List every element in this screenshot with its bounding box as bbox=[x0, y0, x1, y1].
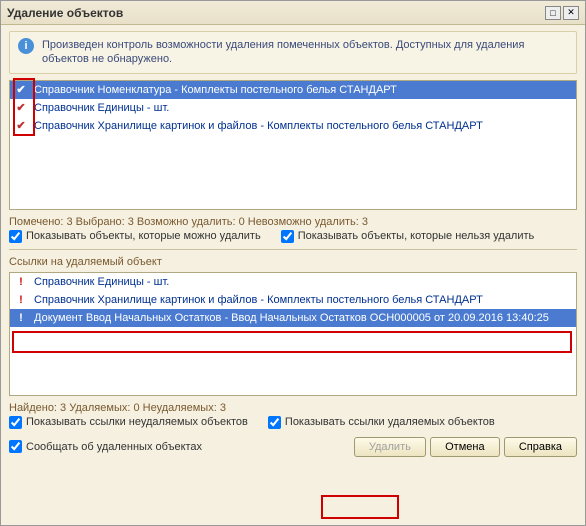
list-item-label: Документ Ввод Начальных Остатков - Ввод … bbox=[34, 312, 549, 324]
list-item[interactable]: ! Справочник Хранилище картинок и файлов … bbox=[10, 291, 576, 309]
list-item-label: Справочник Номенклатура - Комплекты пост… bbox=[34, 84, 397, 96]
chk-report-deleted-input[interactable] bbox=[9, 440, 22, 453]
chk-show-nondeletable-refs-label: Показывать ссылки неудаляемых объектов bbox=[26, 416, 248, 428]
help-button[interactable]: Справка bbox=[504, 437, 577, 457]
list-item-label: Справочник Хранилище картинок и файлов -… bbox=[34, 294, 483, 306]
chk-show-nondeletable-input[interactable] bbox=[281, 230, 294, 243]
objects-filter-row: Показывать объекты, которые можно удалит… bbox=[9, 230, 577, 243]
cancel-button[interactable]: Отмена bbox=[430, 437, 500, 457]
exclaim-icon: ! bbox=[14, 312, 28, 324]
window-title: Удаление объектов bbox=[7, 6, 543, 20]
list-item[interactable]: ✔ Справочник Номенклатура - Комплекты пос… bbox=[10, 81, 576, 99]
list-item[interactable]: ! Справочник Единицы - шт. bbox=[10, 273, 576, 291]
references-filter-row-1: Показывать ссылки неудаляемых объектов П… bbox=[9, 416, 577, 429]
chk-report-deleted[interactable]: Сообщать об удаленных объектах bbox=[9, 440, 334, 453]
list-item-label: Справочник Хранилище картинок и файлов -… bbox=[34, 120, 483, 132]
chk-show-deletable-refs-label: Показывать ссылки удаляемых объектов bbox=[285, 416, 495, 428]
divider bbox=[9, 249, 577, 250]
info-panel: i Произведен контроль возможности удален… bbox=[9, 31, 577, 74]
chk-show-nondeletable-refs-input[interactable] bbox=[9, 416, 22, 429]
list-item-label: Справочник Единицы - шт. bbox=[34, 102, 169, 114]
maximize-button[interactable]: □ bbox=[545, 6, 561, 20]
chk-show-deletable-input[interactable] bbox=[9, 230, 22, 243]
delete-button[interactable]: Удалить bbox=[354, 437, 426, 457]
check-icon: ✔ bbox=[14, 83, 28, 96]
info-text: Произведен контроль возможности удаления… bbox=[42, 38, 568, 67]
objects-list[interactable]: ✔ Справочник Номенклатура - Комплекты пос… bbox=[9, 80, 577, 210]
exclaim-icon: ! bbox=[14, 276, 28, 288]
chk-show-deletable-refs-input[interactable] bbox=[268, 416, 281, 429]
close-button[interactable]: ✕ bbox=[563, 6, 579, 20]
chk-show-deletable-label: Показывать объекты, которые можно удалит… bbox=[26, 230, 261, 242]
list-item-label: Справочник Единицы - шт. bbox=[34, 276, 169, 288]
list-item[interactable]: ! Документ Ввод Начальных Остатков - Ввод… bbox=[10, 309, 576, 327]
annotation-box-delete bbox=[321, 495, 399, 519]
check-icon: ✔ bbox=[14, 119, 28, 132]
objects-status: Помечено: 3 Выбрано: 3 Возможно удалить:… bbox=[9, 216, 577, 228]
chk-show-deletable[interactable]: Показывать объекты, которые можно удалит… bbox=[9, 230, 261, 243]
chk-show-deletable-refs[interactable]: Показывать ссылки удаляемых объектов bbox=[268, 416, 495, 429]
chk-show-nondeletable-label: Показывать объекты, которые нельзя удали… bbox=[298, 230, 535, 242]
exclaim-icon: ! bbox=[14, 294, 28, 306]
chk-show-nondeletable-refs[interactable]: Показывать ссылки неудаляемых объектов bbox=[9, 416, 248, 429]
list-item[interactable]: ✔ Справочник Единицы - шт. bbox=[10, 99, 576, 117]
references-status: Найдено: 3 Удаляемых: 0 Неудаляемых: 3 bbox=[9, 402, 577, 414]
titlebar: Удаление объектов □ ✕ bbox=[1, 1, 585, 25]
references-label: Ссылки на удаляемый объект bbox=[9, 256, 577, 268]
references-list[interactable]: ! Справочник Единицы - шт.! Справочник Хра… bbox=[9, 272, 577, 396]
info-icon: i bbox=[18, 38, 34, 54]
chk-show-nondeletable[interactable]: Показывать объекты, которые нельзя удали… bbox=[281, 230, 535, 243]
button-bar: Удалить Отмена Справка bbox=[354, 435, 577, 459]
check-icon: ✔ bbox=[14, 101, 28, 114]
list-item[interactable]: ✔ Справочник Хранилище картинок и файлов … bbox=[10, 117, 576, 135]
chk-report-deleted-label: Сообщать об удаленных объектах bbox=[26, 441, 202, 453]
